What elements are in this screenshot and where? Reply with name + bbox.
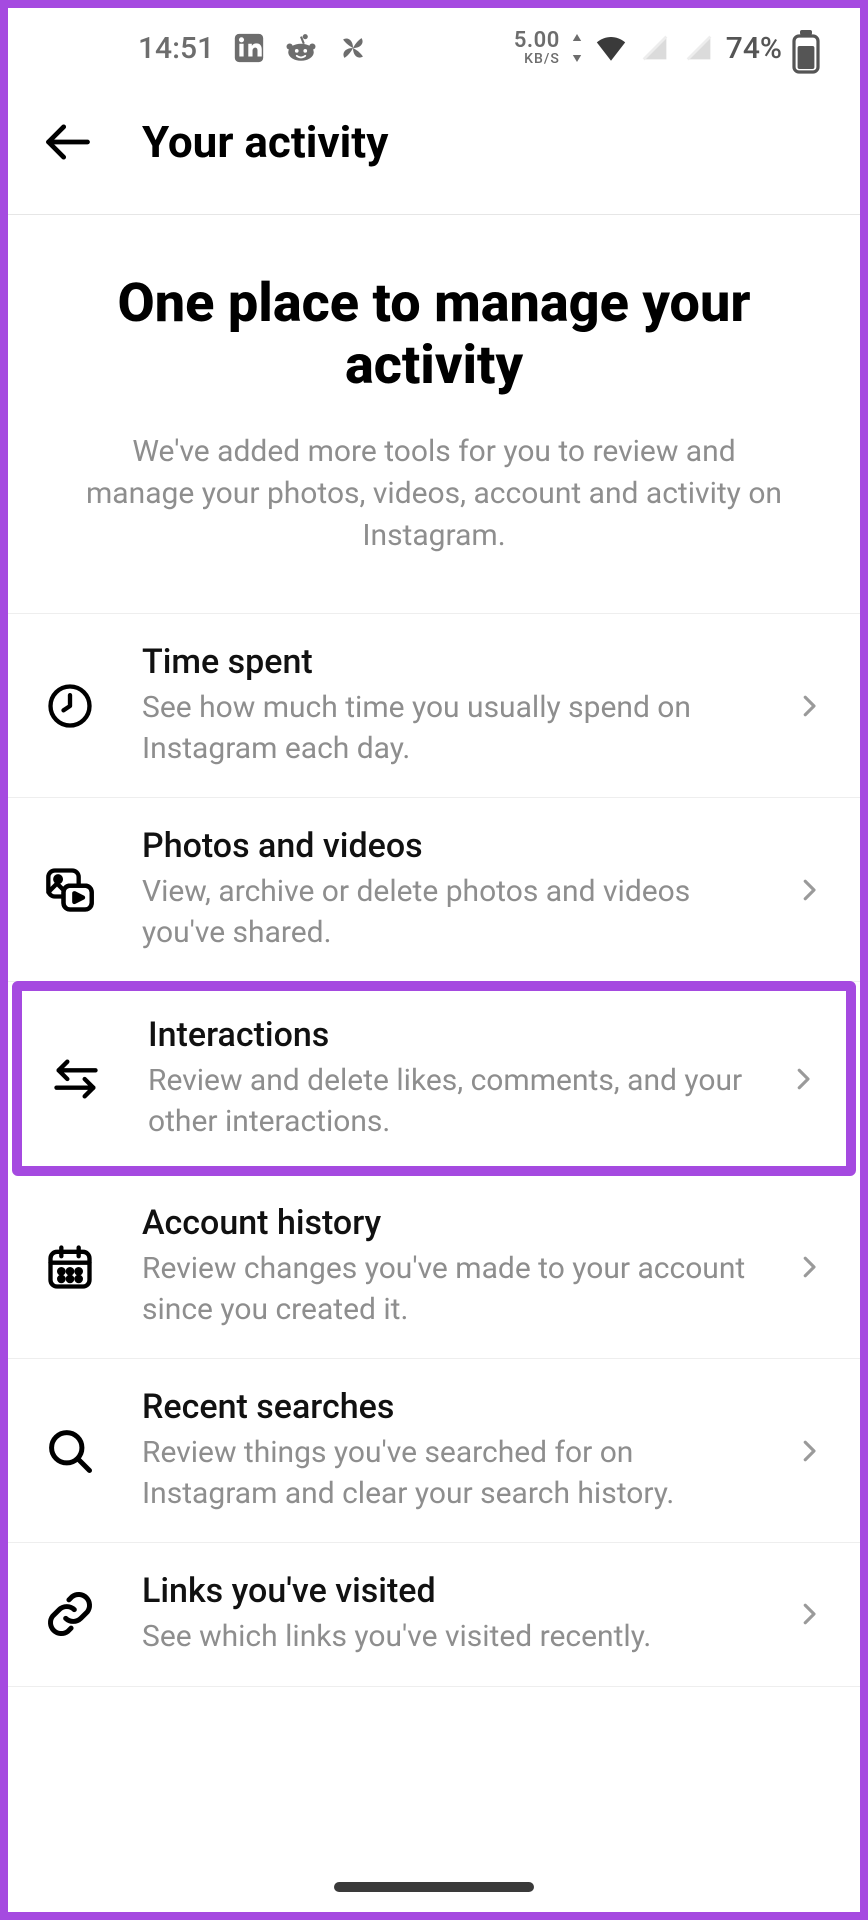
row-account-history[interactable]: Account history Review changes you've ma…	[8, 1175, 860, 1359]
pinwheel-icon	[336, 31, 370, 65]
row-photos-videos[interactable]: Photos and videos View, archive or delet…	[8, 798, 860, 982]
sim1-icon	[638, 31, 672, 65]
wifi-icon	[594, 31, 628, 65]
swap-arrows-icon	[48, 1051, 104, 1107]
row-desc: Review changes you've made to your accou…	[142, 1249, 750, 1330]
calendar-icon	[42, 1239, 98, 1295]
media-icon	[42, 862, 98, 918]
row-desc: Review things you've searched for on Ins…	[142, 1433, 750, 1514]
row-links-visited[interactable]: Links you've visited See which links you…	[8, 1543, 860, 1687]
nav-indicator	[334, 1882, 534, 1892]
battery-icon	[792, 30, 820, 66]
row-title: Photos and videos	[142, 826, 750, 866]
chevron-right-icon	[794, 691, 824, 721]
row-desc: Review and delete likes, comments, and y…	[148, 1061, 744, 1142]
chevron-right-icon	[794, 1436, 824, 1466]
hero-subtitle: We've added more tools for you to review…	[56, 431, 812, 557]
row-desc: See which links you've visited recently.	[142, 1617, 750, 1658]
chevron-right-icon	[788, 1064, 818, 1094]
linkedin-icon	[232, 31, 266, 65]
updown-icon	[570, 31, 584, 65]
battery-percent: 74%	[726, 31, 782, 66]
app-header: Your activity	[8, 88, 860, 215]
reddit-icon	[284, 31, 318, 65]
sim2-icon	[682, 31, 716, 65]
row-desc: See how much time you usually spend on I…	[142, 688, 750, 769]
activity-list: Time spent See how much time you usually…	[8, 613, 860, 1687]
back-button[interactable]	[38, 112, 98, 172]
chevron-right-icon	[794, 875, 824, 905]
row-title: Time spent	[142, 642, 750, 682]
hero-section: One place to manage your activity We've …	[8, 215, 860, 613]
search-icon	[42, 1423, 98, 1479]
clock-icon	[42, 678, 98, 734]
row-time-spent[interactable]: Time spent See how much time you usually…	[8, 614, 860, 798]
chevron-right-icon	[794, 1252, 824, 1282]
link-icon	[42, 1586, 98, 1642]
row-interactions[interactable]: Interactions Review and delete likes, co…	[22, 991, 846, 1166]
chevron-right-icon	[794, 1599, 824, 1629]
row-title: Interactions	[148, 1015, 744, 1055]
highlight-interactions: Interactions Review and delete likes, co…	[12, 981, 856, 1176]
row-recent-searches[interactable]: Recent searches Review things you've sea…	[8, 1359, 860, 1543]
row-title: Recent searches	[142, 1387, 750, 1427]
page-title: Your activity	[142, 116, 388, 168]
row-title: Account history	[142, 1203, 750, 1243]
status-bar: 14:51 5.00 KB/S	[8, 8, 860, 88]
network-speed: 5.00 KB/S	[514, 30, 560, 66]
status-time: 14:51	[138, 31, 214, 66]
hero-title: One place to manage your activity	[56, 273, 812, 397]
row-title: Links you've visited	[142, 1571, 750, 1611]
row-desc: View, archive or delete photos and video…	[142, 872, 750, 953]
